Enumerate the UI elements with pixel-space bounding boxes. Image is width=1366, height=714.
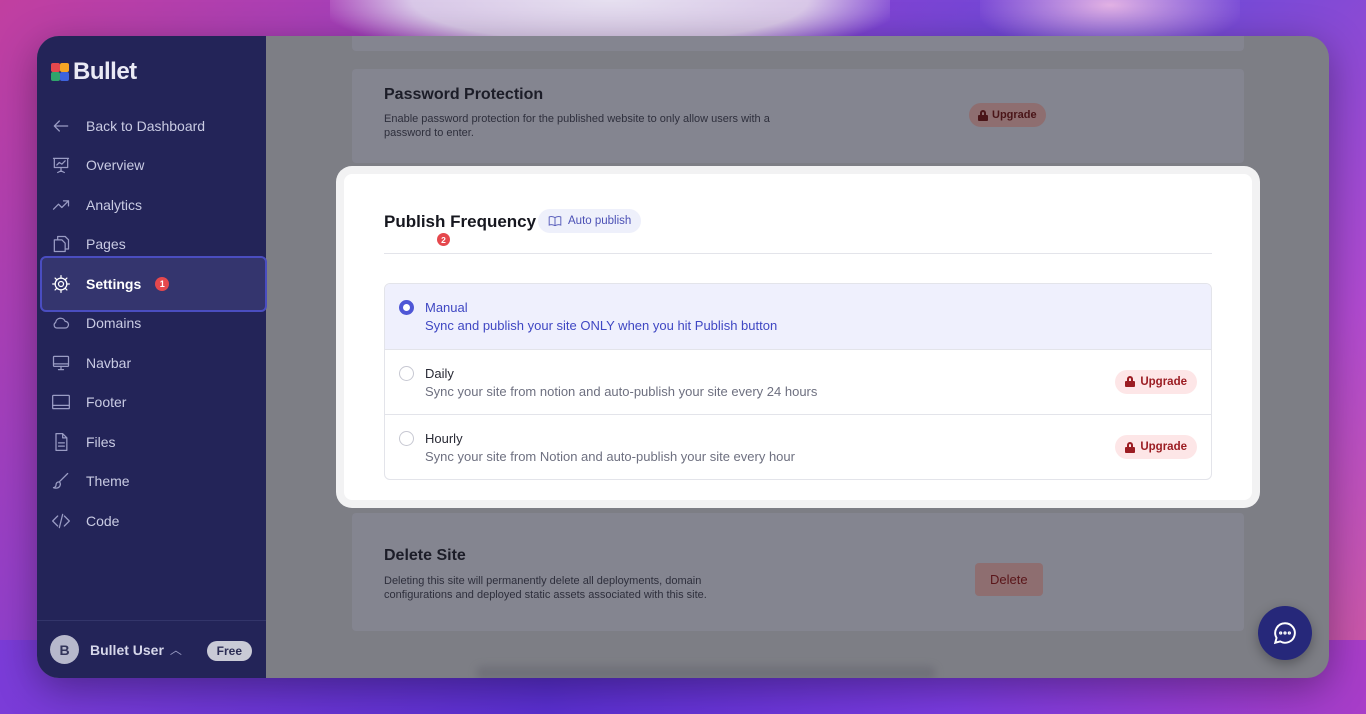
upgrade-label: Upgrade: [1140, 441, 1187, 453]
daily-upgrade-button[interactable]: Upgrade: [1115, 369, 1197, 394]
sidebar-item-overview[interactable]: Overview: [37, 146, 266, 186]
code-icon: [51, 511, 71, 531]
sidebar-item-analytics[interactable]: Analytics: [37, 185, 266, 225]
avatar: B: [50, 635, 79, 664]
password-protection-upgrade-button[interactable]: Upgrade: [969, 103, 1046, 127]
password-protection-description: Enable password protection for the publi…: [384, 113, 770, 139]
sidebar-item-files[interactable]: Files: [37, 422, 266, 462]
sidebar-item-footer[interactable]: Footer: [37, 383, 266, 423]
password-protection-title: Password Protection: [384, 86, 544, 103]
option-description: Sync your site from Notion and auto-publ…: [425, 449, 795, 464]
publish-frequency-title: Publish Frequency: [384, 212, 537, 231]
radio-manual[interactable]: [399, 300, 414, 315]
sidebar-item-label: Pages: [86, 236, 126, 253]
sidebar-item-label: Overview: [86, 157, 145, 174]
settings-notification-badge: 1: [155, 276, 170, 291]
cloud-icon: [51, 313, 71, 333]
copy-pages-icon: [51, 234, 71, 254]
option-manual[interactable]: Manual Sync and publish your site ONLY w…: [385, 284, 1211, 350]
sidebar-item-label: Files: [86, 433, 116, 450]
sidebar-item-back-to-dashboard[interactable]: Back to Dashboard: [37, 106, 266, 146]
user-menu[interactable]: B Bullet User ︿ Free: [37, 620, 266, 678]
delete-site-title: Delete Site: [384, 547, 466, 564]
sidebar-item-label: Domains: [86, 315, 142, 332]
sidebar-item-code[interactable]: Code: [37, 501, 266, 541]
option-label: Manual: [425, 300, 468, 315]
presentation-chart-icon: [51, 155, 71, 175]
sidebar-item-label: Settings: [86, 275, 142, 292]
monitor-icon: [51, 353, 71, 373]
publish-frequency-options: Manual Sync and publish your site ONLY w…: [384, 283, 1212, 480]
main-content: Password Protection Enable password prot…: [266, 36, 1329, 678]
plan-badge: Free: [206, 641, 252, 661]
chevron-up-icon: ︿: [169, 643, 182, 657]
trending-up-icon: [51, 195, 71, 215]
lock-icon: [978, 109, 988, 121]
option-description: Sync and publish your site ONLY when you…: [425, 318, 778, 333]
sidebar-item-label: Theme: [86, 473, 130, 490]
sidebar-item-label: Navbar: [86, 354, 132, 371]
divider: [384, 253, 1212, 254]
sidebar: Bullet Back to Dashboard Overview Analyt…: [37, 36, 267, 678]
app-window: Bullet Back to Dashboard Overview Analyt…: [37, 36, 1329, 678]
sidebar-item-label: Footer: [86, 394, 127, 411]
logo-text: Bullet: [73, 58, 137, 85]
option-hourly[interactable]: Hourly Sync your site from Notion and au…: [385, 415, 1211, 479]
sidebar-item-navbar[interactable]: Navbar: [37, 343, 266, 383]
option-label: Hourly: [425, 431, 463, 446]
option-daily[interactable]: Daily Sync your site from notion and aut…: [385, 350, 1211, 415]
publish-frequency-step-badge: 2: [437, 233, 450, 246]
logo[interactable]: Bullet: [51, 58, 137, 86]
sidebar-item-settings[interactable]: Settings 1: [37, 256, 267, 311]
previous-section-card: [352, 36, 1244, 51]
publish-frequency-card: Publish Frequency Auto publish 2 Manual …: [344, 174, 1252, 500]
sidebar-item-label: Back to Dashboard: [86, 117, 206, 134]
delete-site-button[interactable]: Delete: [975, 563, 1043, 596]
lock-icon: [1125, 441, 1136, 453]
option-label: Daily: [425, 365, 454, 381]
chat-bubble-icon: [1273, 622, 1296, 645]
sidebar-item-domains[interactable]: Domains: [37, 304, 266, 344]
sidebar-item-label: Code: [86, 512, 120, 529]
layout-footer-icon: [51, 392, 71, 412]
paintbrush-icon: [51, 471, 71, 491]
user-name: Bullet User: [90, 641, 164, 658]
auto-publish-label: Auto publish: [568, 215, 632, 227]
logo-mark-icon: [51, 63, 69, 81]
chat-support-button[interactable]: [1258, 606, 1312, 660]
sidebar-nav: Back to Dashboard Overview Analytics Pag…: [37, 106, 267, 541]
option-description: Sync your site from notion and auto-publ…: [425, 383, 818, 399]
radio-hourly[interactable]: [399, 431, 414, 446]
sidebar-item-theme[interactable]: Theme: [37, 462, 266, 502]
delete-site-card: Delete Site Deleting this site will perm…: [352, 513, 1244, 631]
scroll-shadow: [476, 666, 936, 678]
file-icon: [51, 432, 71, 452]
password-protection-card: Password Protection Enable password prot…: [352, 69, 1244, 163]
arrow-left-icon: [51, 116, 71, 136]
delete-site-description: Deleting this site will permanently dele…: [384, 575, 707, 601]
upgrade-label: Upgrade: [992, 109, 1037, 121]
book-open-icon: [548, 216, 562, 227]
sidebar-item-label: Analytics: [86, 196, 143, 213]
lock-icon: [1125, 376, 1136, 387]
auto-publish-docs-link[interactable]: Auto publish: [538, 209, 642, 233]
radio-daily[interactable]: [399, 365, 414, 381]
hourly-upgrade-button[interactable]: Upgrade: [1115, 435, 1197, 459]
gear-icon: [51, 274, 71, 294]
upgrade-label: Upgrade: [1140, 375, 1187, 388]
